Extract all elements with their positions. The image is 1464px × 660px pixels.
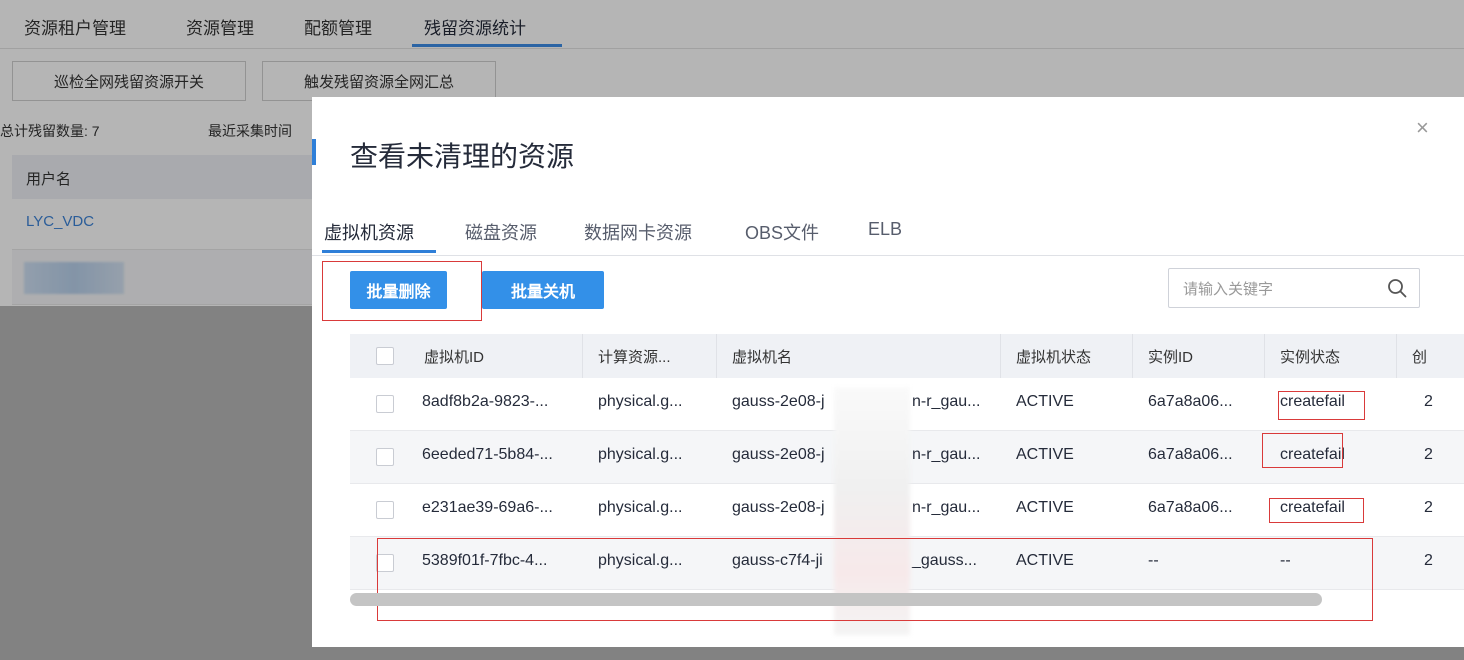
search-input[interactable] <box>1181 277 1375 301</box>
tab-data-nic-resources[interactable]: 数据网卡资源 <box>584 219 692 245</box>
column-divider <box>1396 334 1397 378</box>
vm-id-cell: 5389f01f-7fbc-4... <box>422 552 548 569</box>
vm-name-cell: gauss-2e08-j <box>732 393 825 410</box>
row-checkbox[interactable] <box>376 554 394 572</box>
vm-state-cell: ACTIVE <box>1016 552 1074 569</box>
column-instance-state: 实例状态 <box>1280 349 1341 366</box>
instance-id-cell: 6a7a8a06... <box>1148 393 1233 410</box>
resource-tab-bar: 虚拟机资源 磁盘资源 数据网卡资源 OBS文件 ELB <box>312 209 1464 256</box>
instance-state-cell: -- <box>1280 552 1291 569</box>
vm-name-cell-tail: n-r_gau... <box>912 446 981 463</box>
instance-id-cell: 6a7a8a06... <box>1148 446 1233 463</box>
batch-shutdown-button[interactable]: 批量关机 <box>482 271 604 309</box>
dialog-title: 查看未清理的资源 <box>350 141 575 172</box>
tab-disk-resources[interactable]: 磁盘资源 <box>465 219 537 245</box>
table-header: 虚拟机ID 计算资源... 虚拟机名 虚拟机状态 实例ID 实例状态 创 <box>350 334 1464 378</box>
column-vm-id: 虚拟机ID <box>424 349 485 366</box>
vm-state-cell: ACTIVE <box>1016 393 1074 410</box>
instance-id-cell: -- <box>1148 552 1159 569</box>
created-cell: 2 <box>1424 499 1433 516</box>
active-tab-indicator <box>322 250 436 253</box>
instance-id-cell: 6a7a8a06... <box>1148 499 1233 516</box>
column-divider <box>1000 334 1001 378</box>
vm-name-cell-tail: n-r_gau... <box>912 393 981 410</box>
created-cell: 2 <box>1424 446 1433 463</box>
vm-name-cell: gauss-c7f4-ji <box>732 552 823 569</box>
vm-name-cell: gauss-2e08-j <box>732 499 825 516</box>
tab-vm-resources[interactable]: 虚拟机资源 <box>324 219 414 245</box>
column-vm-state: 虚拟机状态 <box>1016 349 1092 366</box>
column-divider <box>582 334 583 378</box>
compute-resource-cell: physical.g... <box>598 393 683 410</box>
vm-name-cell-tail: _gauss... <box>912 552 977 569</box>
vm-state-cell: ACTIVE <box>1016 499 1074 516</box>
compute-resource-cell: physical.g... <box>598 446 683 463</box>
column-vm-name: 虚拟机名 <box>732 349 793 366</box>
instance-state-cell: createfail <box>1280 393 1345 410</box>
vm-name-cell: gauss-2e08-j <box>732 446 825 463</box>
search-icon[interactable] <box>1387 278 1407 298</box>
created-cell: 2 <box>1424 552 1433 569</box>
compute-resource-cell: physical.g... <box>598 499 683 516</box>
vm-name-cell-tail: n-r_gau... <box>912 499 981 516</box>
row-checkbox[interactable] <box>376 395 394 413</box>
batch-delete-button[interactable]: 批量删除 <box>350 271 447 309</box>
title-accent-bar <box>312 139 316 165</box>
column-divider <box>716 334 717 378</box>
unclean-resources-dialog: 查看未清理的资源 × 虚拟机资源 磁盘资源 数据网卡资源 OBS文件 ELB 批… <box>312 97 1464 647</box>
column-divider <box>1264 334 1265 378</box>
created-cell: 2 <box>1424 393 1433 410</box>
column-instance-id: 实例ID <box>1148 349 1194 366</box>
search-field <box>1168 268 1420 308</box>
instance-state-cell: createfail <box>1280 446 1345 463</box>
close-icon[interactable]: × <box>1416 117 1429 139</box>
vm-id-cell: e231ae39-69a6-... <box>422 499 553 516</box>
column-compute-resource: 计算资源... <box>598 349 671 366</box>
vm-state-cell: ACTIVE <box>1016 446 1074 463</box>
vm-id-cell: 6eeded71-5b84-... <box>422 446 553 463</box>
row-checkbox[interactable] <box>376 448 394 466</box>
instance-state-cell: createfail <box>1280 499 1345 516</box>
vm-id-cell: 8adf8b2a-9823-... <box>422 393 549 410</box>
tab-elb[interactable]: ELB <box>868 219 902 240</box>
compute-resource-cell: physical.g... <box>598 552 683 569</box>
column-divider <box>1132 334 1133 378</box>
horizontal-scrollbar[interactable] <box>350 593 1322 606</box>
row-checkbox[interactable] <box>376 501 394 519</box>
column-created: 创 <box>1412 349 1428 366</box>
tab-obs-files[interactable]: OBS文件 <box>745 219 819 245</box>
select-all-checkbox[interactable] <box>376 347 394 365</box>
